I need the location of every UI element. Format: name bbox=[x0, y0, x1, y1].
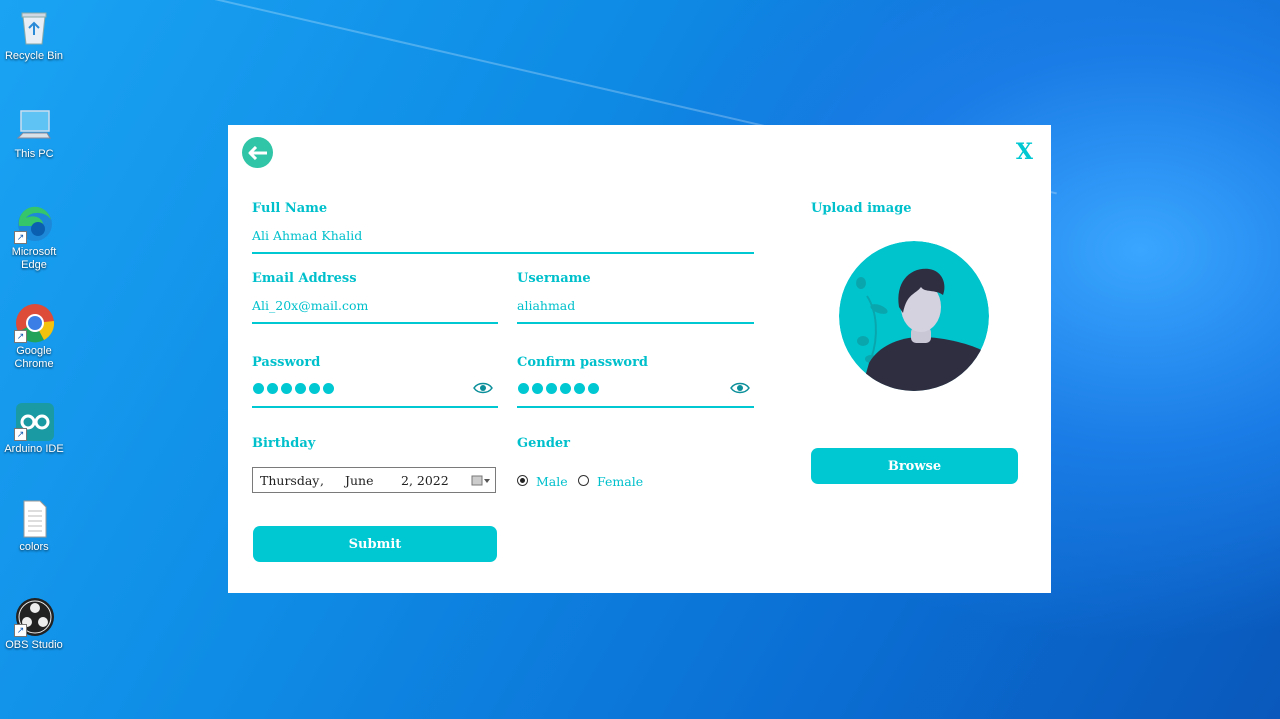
desktop-icon-this-pc[interactable]: This PC bbox=[0, 106, 68, 161]
password-label: Password bbox=[252, 355, 321, 370]
password-underline bbox=[252, 406, 498, 408]
recycle-bin-icon bbox=[14, 8, 54, 48]
password-input[interactable] bbox=[253, 383, 334, 394]
date-day: Thursday bbox=[260, 473, 320, 488]
full-name-underline bbox=[252, 252, 754, 254]
date-separator: , bbox=[320, 473, 324, 488]
confirm-password-input[interactable] bbox=[518, 383, 599, 394]
confirm-password-underline bbox=[517, 406, 754, 408]
submit-button[interactable]: Submit bbox=[253, 526, 497, 562]
registration-form-window: X Full Name Ali Ahmad Khalid Email Addre… bbox=[228, 125, 1051, 593]
gender-female-label[interactable]: Female bbox=[597, 474, 643, 489]
desktop-icon-recycle-bin[interactable]: Recycle Bin bbox=[0, 8, 68, 63]
upload-image-label: Upload image bbox=[811, 201, 912, 216]
date-day-year: 2, 2022 bbox=[401, 473, 449, 488]
gender-male-radio[interactable] bbox=[517, 475, 528, 486]
date-month: June bbox=[345, 473, 374, 488]
desktop-icon-arduino[interactable]: ↗ Arduino IDE bbox=[0, 401, 68, 456]
desktop-icon-chrome[interactable]: ↗ Google Chrome bbox=[0, 303, 68, 371]
desktop-icon-label: Arduino IDE bbox=[4, 443, 64, 455]
desktop-icon-label: Microsoft Edge bbox=[11, 246, 57, 271]
edge-icon: ↗ bbox=[14, 204, 54, 244]
gender-female-radio[interactable] bbox=[578, 475, 589, 486]
arduino-icon: ↗ bbox=[14, 401, 54, 441]
username-input[interactable]: aliahmad bbox=[517, 298, 575, 313]
gender-label: Gender bbox=[517, 436, 571, 451]
desktop-icon-label: Google Chrome bbox=[14, 345, 54, 370]
back-button[interactable] bbox=[242, 137, 273, 168]
shortcut-arrow-icon: ↗ bbox=[14, 330, 27, 343]
show-confirm-password-eye-icon[interactable] bbox=[730, 381, 750, 395]
avatar-placeholder-image bbox=[839, 241, 989, 391]
shortcut-arrow-icon: ↗ bbox=[14, 231, 27, 244]
confirm-password-label: Confirm password bbox=[517, 355, 649, 370]
desktop-icon-label: Recycle Bin bbox=[4, 50, 64, 62]
shortcut-arrow-icon: ↗ bbox=[14, 428, 27, 441]
email-input[interactable]: Ali_20x@mail.com bbox=[252, 298, 368, 313]
computer-icon bbox=[14, 106, 54, 146]
text-file-icon bbox=[14, 499, 54, 539]
desktop-icon-colors[interactable]: colors bbox=[0, 499, 68, 554]
desktop-icon-label: This PC bbox=[14, 148, 54, 160]
desktop-icon-label: colors bbox=[19, 541, 49, 553]
calendar-dropdown-icon[interactable] bbox=[471, 475, 491, 486]
shortcut-arrow-icon: ↗ bbox=[14, 624, 27, 637]
full-name-label: Full Name bbox=[252, 201, 328, 216]
chrome-icon: ↗ bbox=[14, 303, 55, 343]
birthday-date-picker[interactable]: Thursday , June 2, 2022 bbox=[252, 467, 496, 493]
birthday-label: Birthday bbox=[252, 436, 316, 451]
show-password-eye-icon[interactable] bbox=[473, 381, 493, 395]
full-name-input[interactable]: Ali Ahmad Khalid bbox=[252, 228, 362, 243]
close-button[interactable]: X bbox=[1016, 139, 1033, 165]
username-underline bbox=[517, 322, 754, 324]
desktop-icon-label: OBS Studio bbox=[5, 639, 63, 651]
back-arrow-icon bbox=[248, 145, 267, 160]
browse-button[interactable]: Browse bbox=[811, 448, 1018, 484]
desktop-icon-edge[interactable]: ↗ Microsoft Edge bbox=[0, 204, 68, 272]
email-underline bbox=[252, 322, 498, 324]
gender-male-label[interactable]: Male bbox=[536, 474, 568, 489]
obs-icon: ↗ bbox=[14, 597, 54, 637]
username-label: Username bbox=[517, 271, 591, 286]
desktop-icon-obs[interactable]: ↗ OBS Studio bbox=[0, 597, 68, 652]
email-label: Email Address bbox=[252, 271, 357, 286]
